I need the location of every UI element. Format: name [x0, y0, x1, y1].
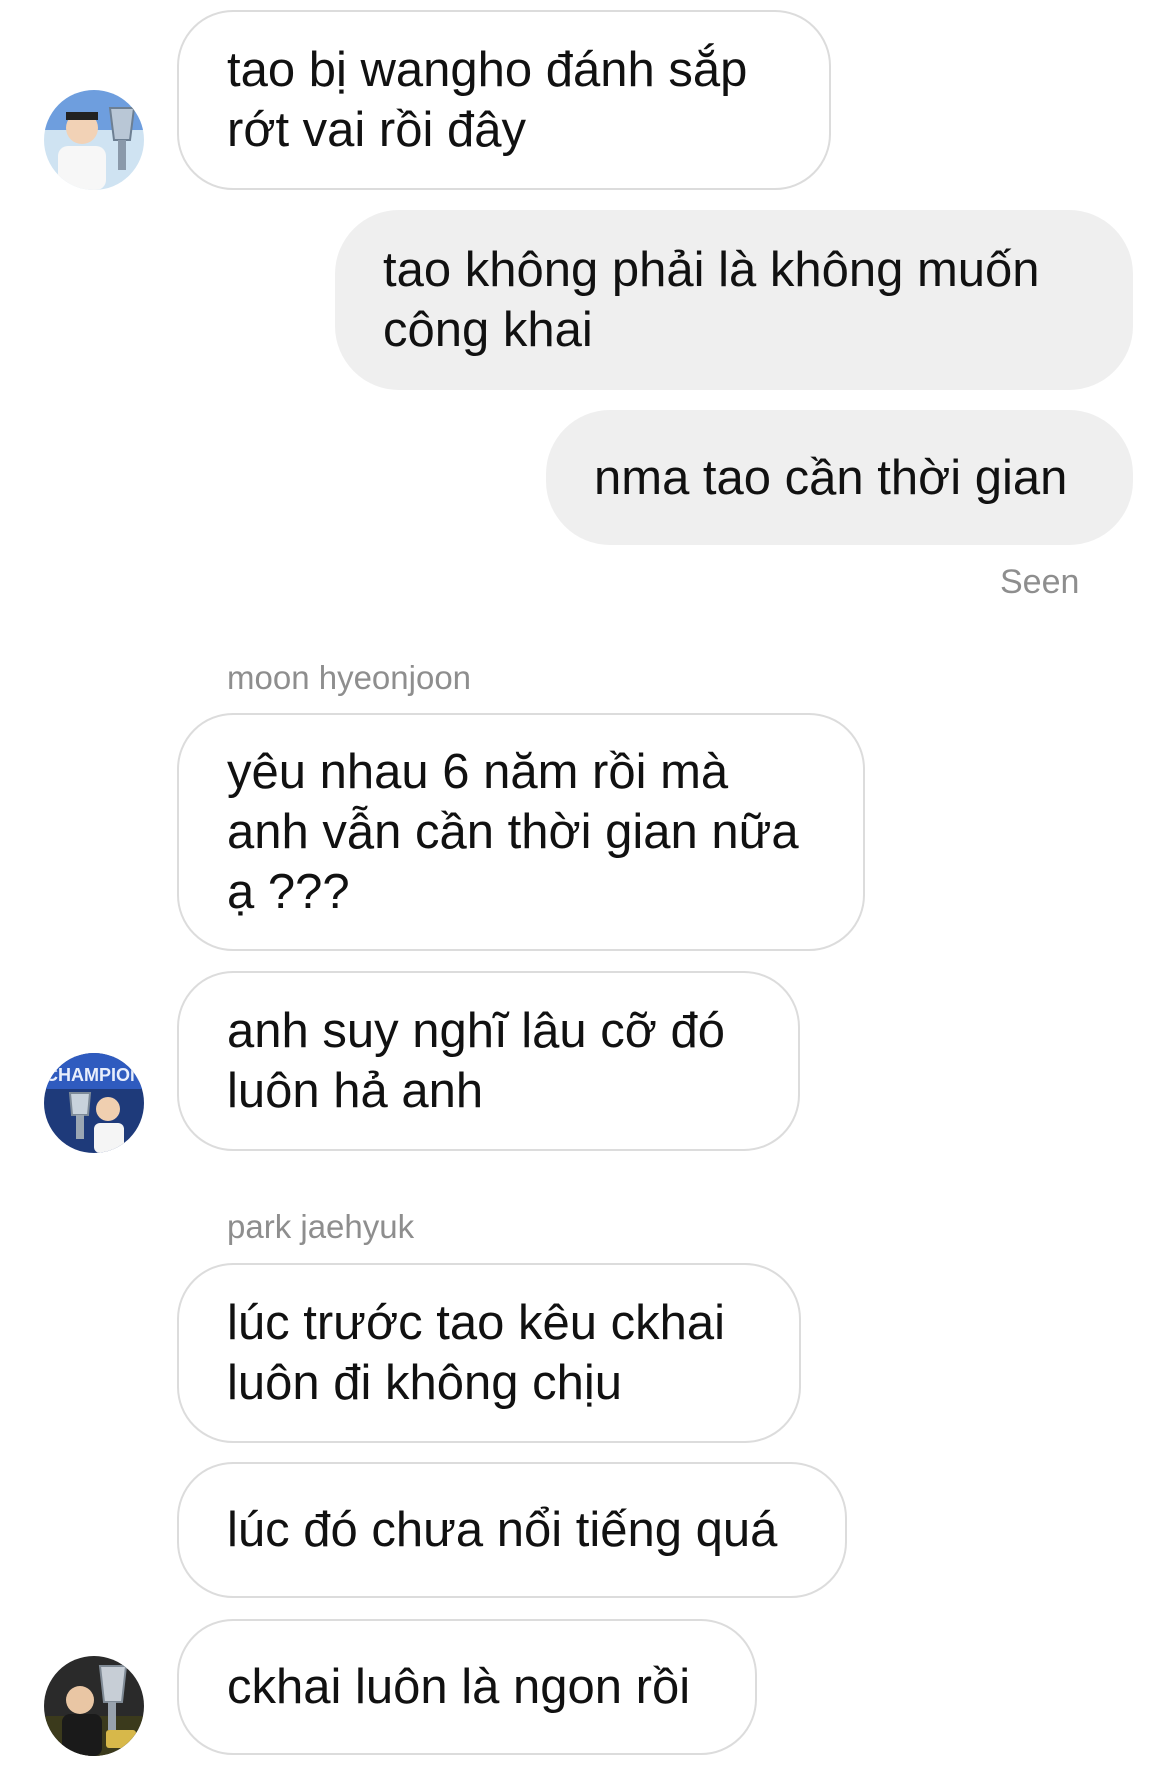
trophy-kiss-avatar-icon [44, 1656, 144, 1756]
message-bubble-3[interactable]: nma tao cần thời gian [546, 410, 1133, 545]
message-text: lúc trước tao kêu ckhai luôn đi không ch… [227, 1296, 725, 1410]
message-text: lúc đó chưa nổi tiếng quá [227, 1503, 778, 1557]
message-bubble-2[interactable]: tao không phải là không muốn công khai [335, 210, 1133, 390]
message-text: anh suy nghĩ lâu cỡ đó luôn hả anh [227, 1004, 725, 1118]
avatar-3[interactable] [44, 1656, 144, 1756]
message-text: ckhai luôn là ngon rồi [227, 1660, 691, 1714]
champions-avatar-icon: CHAMPION [44, 1053, 144, 1153]
player-with-trophy-avatar-icon [44, 90, 144, 190]
avatar-1[interactable] [44, 90, 144, 190]
message-text: yêu nhau 6 năm rồi mà anh vẫn cần thời g… [227, 745, 799, 919]
message-text: nma tao cần thời gian [594, 450, 1068, 505]
message-bubble-1[interactable]: tao bị wangho đánh sắp rớt vai rồi đây [177, 10, 831, 190]
message-bubble-5[interactable]: anh suy nghĩ lâu cỡ đó luôn hả anh [177, 971, 800, 1151]
sender-name: moon hyeonjoon [227, 659, 472, 696]
message-bubble-4[interactable]: yêu nhau 6 năm rồi mà anh vẫn cần thời g… [177, 713, 865, 951]
svg-text:CHAMPION: CHAMPION [45, 1065, 143, 1085]
sender-name: park jaehyuk [227, 1208, 415, 1245]
message-text: tao không phải là không muốn công khai [383, 243, 1040, 357]
message-bubble-7[interactable]: lúc đó chưa nổi tiếng quá [177, 1462, 847, 1598]
message-bubble-6[interactable]: lúc trước tao kêu ckhai luôn đi không ch… [177, 1263, 801, 1443]
message-text: tao bị wangho đánh sắp rớt vai rồi đây [227, 43, 748, 157]
message-bubble-8[interactable]: ckhai luôn là ngon rồi [177, 1619, 757, 1755]
seen-status: Seen [1000, 563, 1080, 601]
avatar-2[interactable]: CHAMPION [44, 1053, 144, 1153]
